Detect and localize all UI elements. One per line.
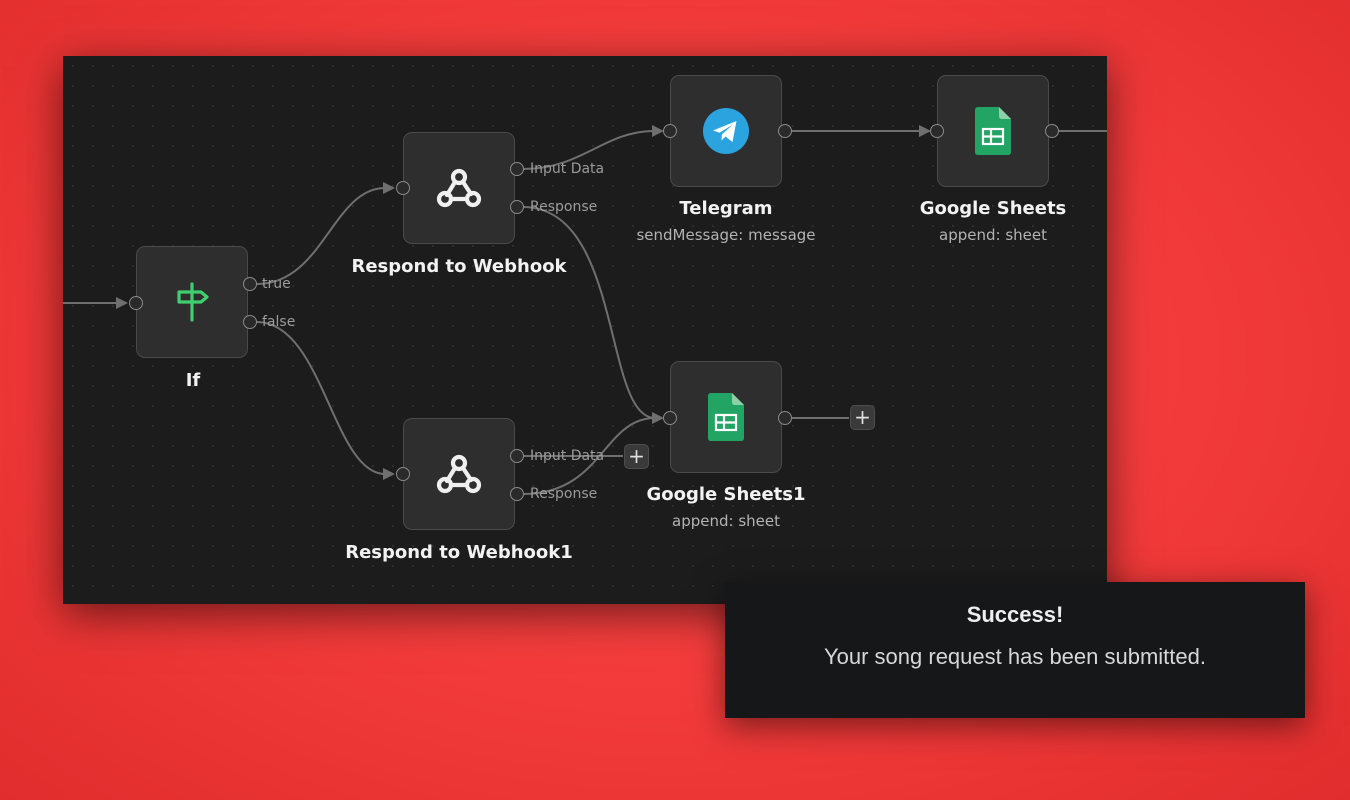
respond1-response-label: Response (530, 486, 598, 502)
respond1-response-port[interactable] (510, 487, 524, 501)
if-title: If (185, 370, 201, 391)
sheets1-output-port[interactable] (778, 411, 792, 425)
respond-to-webhook-node[interactable] (403, 132, 515, 244)
toast-title: Success! (966, 602, 1064, 627)
respond-input-data-label: Input Data (530, 161, 605, 177)
respond-input-port[interactable] (396, 181, 410, 195)
if-false-port[interactable] (243, 315, 257, 329)
webhook-icon (436, 168, 482, 208)
arrow-if (116, 297, 128, 309)
respond1-title: Respond to Webhook1 (345, 542, 573, 563)
google-sheets-node[interactable] (937, 75, 1049, 187)
telegram-output-port[interactable] (778, 124, 792, 138)
sheets1-title: Google Sheets1 (646, 484, 806, 505)
sheets-subtitle: append: sheet (939, 226, 1047, 244)
sheets1-add-node-button[interactable]: + (850, 405, 875, 430)
toast-message: Your song request has been submitted. (823, 644, 1206, 669)
sheets-output-port[interactable] (1045, 124, 1059, 138)
respond-title: Respond to Webhook (351, 256, 567, 277)
respond1-input-data-port[interactable] (510, 449, 524, 463)
if-input-port[interactable] (129, 296, 143, 310)
arrow-respond1 (383, 468, 395, 480)
telegram-icon (703, 108, 749, 154)
workflow-canvas[interactable]: true false If Input Data Response Respon… (63, 56, 1107, 604)
respond-to-webhook1-node[interactable] (403, 418, 515, 530)
signpost-icon (177, 282, 209, 322)
telegram-input-port[interactable] (663, 124, 677, 138)
sheets1-subtitle: append: sheet (672, 512, 780, 530)
google-sheets-icon (708, 393, 744, 441)
respond-input-data-port[interactable] (510, 162, 524, 176)
if-node[interactable] (136, 246, 248, 358)
telegram-subtitle: sendMessage: message (636, 226, 816, 244)
respond-response-label: Response (530, 199, 598, 215)
wire-if-false-to-respond1 (256, 321, 386, 475)
if-true-label: true (262, 276, 291, 292)
respond1-input-port[interactable] (396, 467, 410, 481)
sheets-input-port[interactable] (930, 124, 944, 138)
success-toast: Success! Your song request has been subm… (725, 582, 1305, 718)
if-true-port[interactable] (243, 277, 257, 291)
respond1-add-node-button[interactable]: + (624, 444, 649, 469)
webhook-icon (436, 454, 482, 494)
telegram-node[interactable] (670, 75, 782, 187)
telegram-title: Telegram (679, 198, 773, 219)
if-false-label: false (262, 314, 296, 330)
respond1-input-data-label: Input Data (530, 448, 605, 464)
respond-response-port[interactable] (510, 200, 524, 214)
arrow-respond (383, 182, 395, 194)
google-sheets1-node[interactable] (670, 361, 782, 473)
google-sheets-icon (975, 107, 1011, 155)
sheets-title: Google Sheets (919, 198, 1067, 219)
sheets1-input-port[interactable] (663, 411, 677, 425)
